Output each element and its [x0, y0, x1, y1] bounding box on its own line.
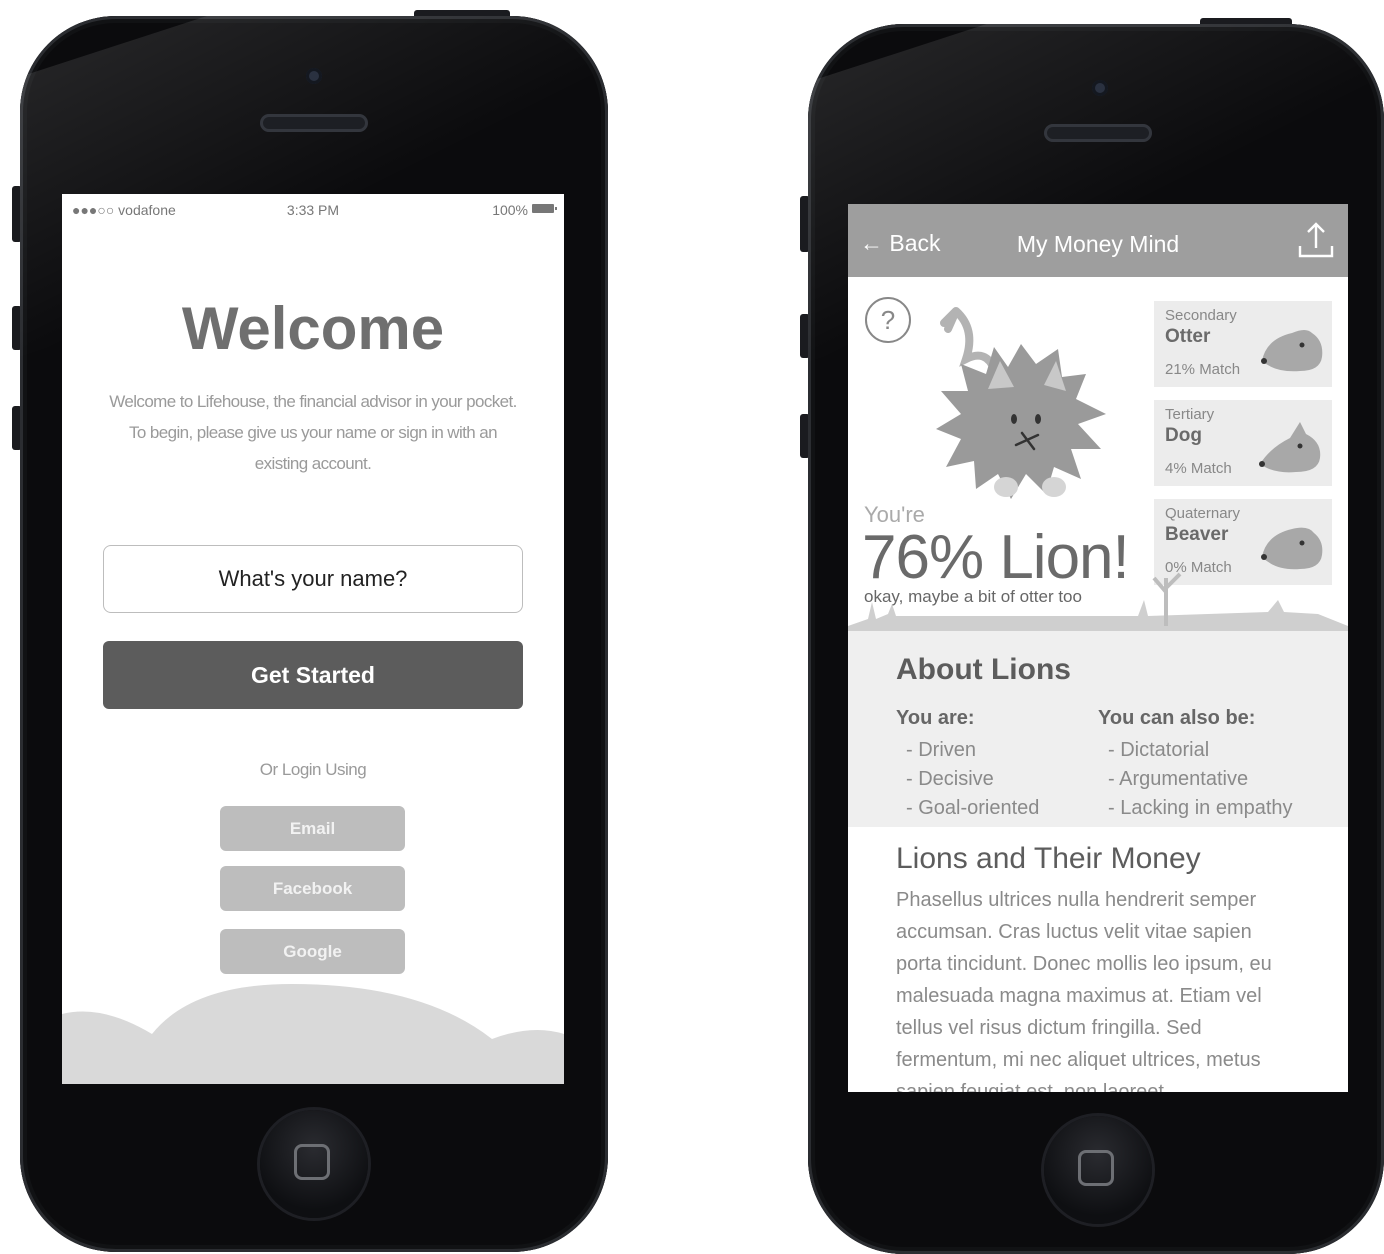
google-login-button[interactable]: Google [220, 929, 405, 974]
match-percent: 4% Match [1165, 460, 1232, 477]
get-started-button[interactable]: Get Started [103, 641, 523, 709]
match-percent: 21% Match [1165, 361, 1241, 378]
also-item: - Lacking in empathy [1108, 797, 1293, 819]
share-icon[interactable] [1296, 220, 1336, 265]
facebook-login-button[interactable]: Facebook [220, 866, 405, 911]
or-login-label: Or Login Using [259, 760, 367, 779]
dog-icon [1259, 422, 1321, 473]
match-card-secondary[interactable]: Secondary Otter 21% Match [1154, 301, 1332, 387]
hills-illustration [62, 984, 564, 1084]
battery-icon [532, 204, 557, 213]
otter-icon [1261, 330, 1323, 372]
traits-column: You are: - Driven - Decisive - Goal-orie… [896, 707, 1039, 823]
nav-title: My Money Mind [1016, 231, 1180, 257]
traits-heading: You are: [896, 707, 975, 729]
also-column: You can also be: - Dictatorial - Argumen… [1098, 707, 1293, 823]
also-heading: You can also be: [1098, 707, 1256, 729]
match-animal: Dog [1165, 425, 1202, 446]
home-button[interactable] [1044, 1116, 1152, 1224]
svg-text:?: ? [881, 305, 895, 335]
earpiece-speaker [260, 114, 368, 132]
about-title: About Lions [896, 653, 1071, 686]
money-body-text: Phasellus ultrices nulla hendrerit sempe… [896, 889, 1272, 1092]
lion-illustration [936, 307, 1106, 499]
trait-item: - Driven [906, 739, 977, 761]
match-animal: Beaver [1165, 524, 1229, 545]
match-rank: Secondary [1165, 307, 1237, 324]
welcome-screen: ●●●○○ vodafone 3:33 PM 100% Welcome Welc… [62, 194, 564, 1084]
earpiece-speaker [1044, 124, 1152, 142]
nav-bar: ← Back My Money Mind [848, 204, 1348, 277]
intro-text: Welcome to Lifehouse, the financial advi… [109, 392, 517, 473]
also-item: - Argumentative [1108, 768, 1249, 790]
savanna-ground-illustration [848, 572, 1348, 631]
about-section: About Lions You are: - Driven - Decisive… [848, 631, 1348, 827]
front-camera [306, 68, 322, 84]
status-bar: ●●●○○ vodafone 3:33 PM 100% [62, 194, 564, 224]
battery-label: 100% [492, 202, 528, 218]
page-title: Welcome [181, 295, 445, 362]
clock: 3:33 PM [286, 202, 340, 218]
money-title: Lions and Their Money [896, 842, 1201, 875]
match-animal: Otter [1165, 326, 1211, 347]
results-screen: ← Back My Money Mind ? You're 76% Lion! … [848, 204, 1348, 1092]
trait-item: - Decisive [906, 768, 994, 790]
match-card-tertiary[interactable]: Tertiary Dog 4% Match [1154, 400, 1332, 486]
email-login-button[interactable]: Email [220, 806, 405, 851]
help-icon[interactable]: ? [864, 296, 912, 344]
match-rank: Tertiary [1165, 406, 1215, 423]
home-button[interactable] [260, 1110, 368, 1218]
name-input[interactable] [103, 545, 523, 613]
front-camera [1092, 80, 1108, 96]
right-phone: ← Back My Money Mind ? You're 76% Lion! … [808, 24, 1384, 1254]
also-item: - Dictatorial [1108, 739, 1210, 761]
match-rank: Quaternary [1165, 505, 1241, 522]
left-phone: ●●●○○ vodafone 3:33 PM 100% Welcome Welc… [20, 16, 608, 1252]
trait-item: - Goal-oriented [906, 797, 1040, 819]
